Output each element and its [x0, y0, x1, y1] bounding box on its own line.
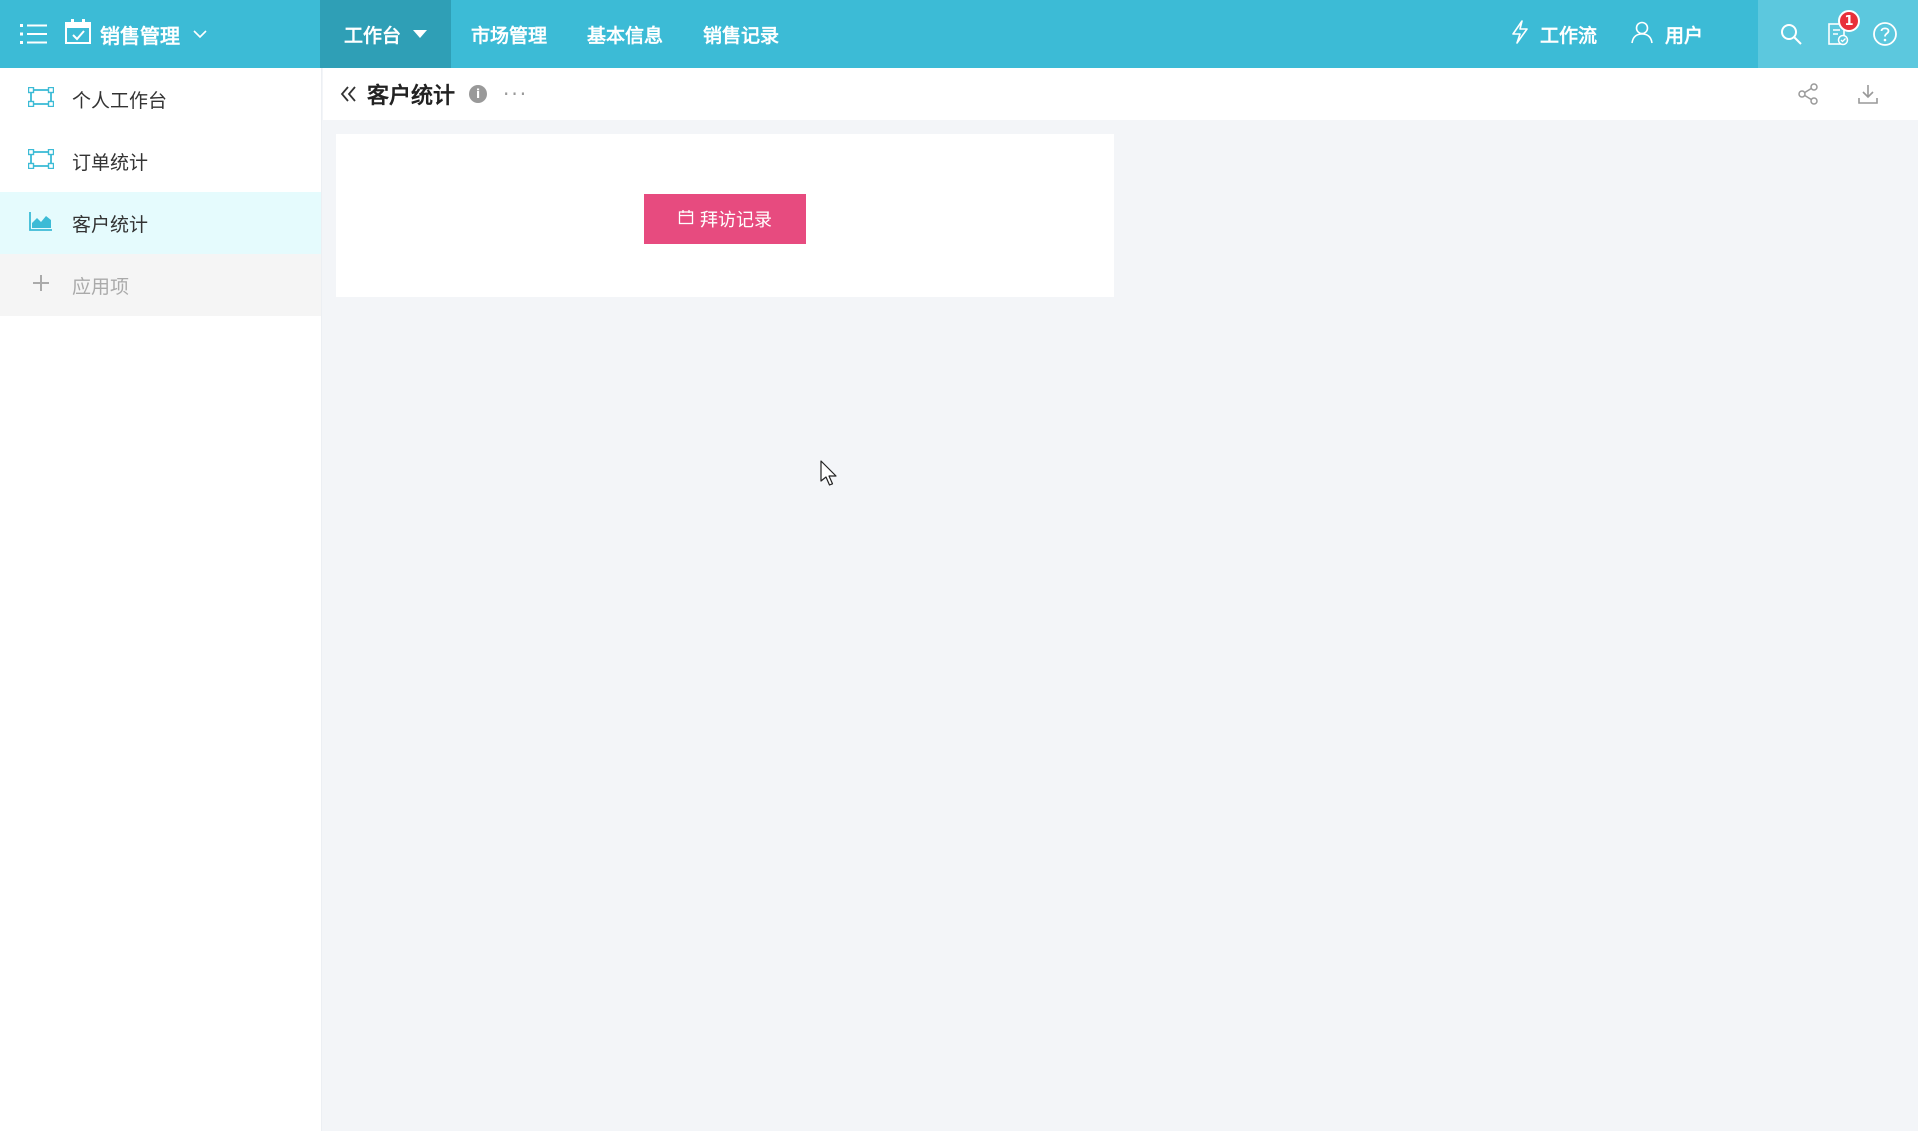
task-list-icon[interactable]: 1 [1824, 10, 1860, 48]
sidebar-item-label: 客户统计 [72, 213, 149, 236]
sidebar-item-personal-workbench[interactable]: 个人工作台 [0, 68, 321, 130]
mouse-cursor-icon [820, 460, 840, 492]
nav-tab-basic-info[interactable]: 基本信息 [567, 0, 683, 68]
nav-tab-market[interactable]: 市场管理 [451, 0, 567, 68]
plus-icon [28, 273, 72, 298]
nav-tab-label: 工作台 [344, 24, 402, 47]
sidebar: 个人工作台 订单统计 客户统计 应用项 [0, 68, 322, 1131]
board-icon [27, 148, 72, 174]
more-icon[interactable]: ··· [503, 82, 528, 106]
visit-records-button[interactable]: 拜访记录 [644, 194, 806, 244]
caret-down-icon [413, 30, 428, 38]
sidebar-item-label: 订单统计 [72, 151, 149, 174]
sidebar-item-add-app[interactable]: 应用项 [0, 254, 321, 316]
main-nav: 工作台 市场管理 基本信息 销售记录 [320, 0, 799, 68]
sidebar-item-label: 应用项 [72, 275, 130, 298]
widget-card: 拜访记录 [336, 134, 1114, 297]
nav-tab-label: 市场管理 [471, 24, 548, 47]
calendar-icon [678, 209, 700, 230]
user-button[interactable]: 用户 [1631, 20, 1703, 49]
area-chart-icon [28, 211, 72, 236]
chevron-down-icon [192, 26, 208, 42]
user-label: 用户 [1665, 24, 1704, 47]
help-icon[interactable] [1871, 20, 1899, 48]
workflow-button[interactable]: 工作流 [1510, 19, 1598, 49]
nav-tab-workbench[interactable]: 工作台 [320, 0, 452, 68]
visit-records-label: 拜访记录 [700, 210, 772, 231]
calendar-check-icon [64, 18, 92, 50]
lightning-icon [1510, 19, 1540, 49]
app-switcher[interactable]: 销售管理 [64, 18, 208, 50]
nav-tab-label: 销售记录 [703, 24, 780, 47]
menu-icon[interactable] [20, 22, 48, 46]
app-title: 销售管理 [100, 23, 180, 48]
topbar-tools: 工作流 用户 [1510, 0, 1737, 68]
nav-tab-label: 基本信息 [587, 24, 664, 47]
sidebar-item-customer-stats[interactable]: 客户统计 [0, 192, 321, 254]
nav-tab-sales-records[interactable]: 销售记录 [683, 0, 799, 68]
page-title: 客户统计 [367, 84, 456, 109]
sidebar-item-label: 个人工作台 [72, 89, 168, 112]
double-chevron-left-icon[interactable] [339, 84, 359, 104]
workflow-label: 工作流 [1540, 24, 1598, 47]
sidebar-item-order-stats[interactable]: 订单统计 [0, 130, 321, 192]
search-icon[interactable] [1777, 20, 1805, 48]
content-header: 客户统计 i ··· [323, 68, 1918, 120]
share-icon[interactable] [1796, 82, 1820, 106]
header-actions [1760, 82, 1880, 106]
top-navigation-bar: 销售管理 工作台 市场管理 基本信息 销售记录 工作流 用户 1 [0, 0, 1918, 68]
download-icon[interactable] [1856, 82, 1880, 106]
info-icon[interactable]: i [469, 85, 488, 103]
user-icon [1631, 20, 1665, 49]
topbar-icon-panel: 1 [1758, 0, 1918, 68]
board-icon [27, 86, 72, 112]
notification-badge: 1 [1837, 10, 1860, 32]
